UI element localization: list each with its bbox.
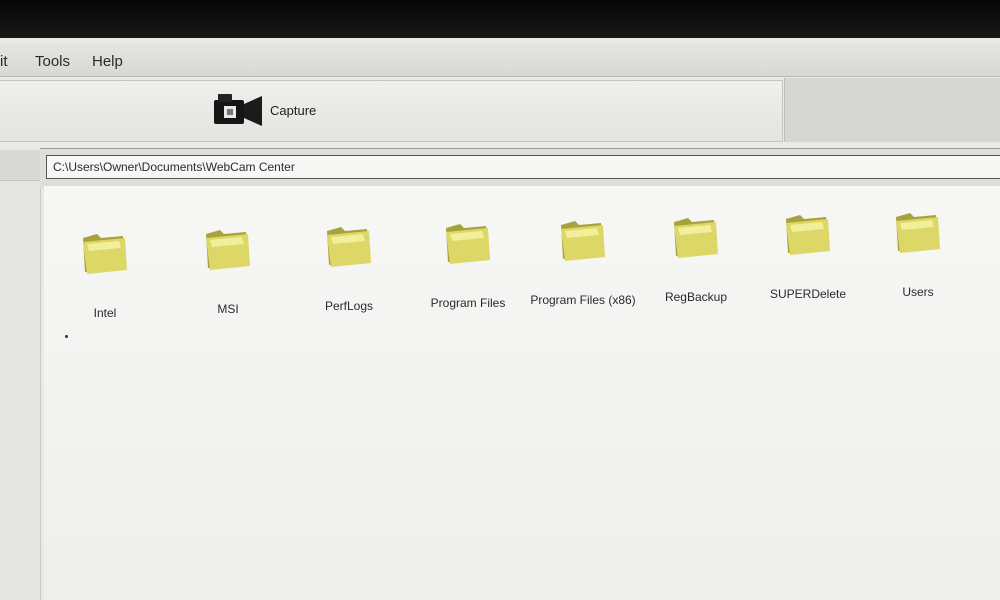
toolbar [0,80,783,142]
side-panel [0,150,41,600]
folder-label: Intel [93,306,117,320]
folder-item[interactable]: PerfLogs [284,219,414,339]
stray-pixel [65,335,68,338]
folder-label: Program Files (x86) [530,293,636,307]
folder-icon [83,234,127,274]
capture-button[interactable]: Capture [212,88,332,134]
folder-item[interactable]: MSI [163,222,293,342]
folder-icon [206,230,250,270]
menu-item-tools[interactable]: Tools [35,53,70,70]
menu-bar: it Tools Help [0,44,1000,77]
folder-item[interactable]: RegBackup [631,210,761,330]
capture-label: Capture [270,103,317,118]
monitor-bezel [0,0,1000,42]
side-panel-header [0,150,40,181]
folder-icon [561,221,605,261]
video-camera-icon [214,94,262,126]
preview-panel [784,78,1000,142]
folder-icon [327,227,371,267]
address-bar-input[interactable] [46,155,1000,179]
folder-label: PerfLogs [324,299,374,313]
folder-item[interactable]: Program Files [403,216,533,336]
folder-label: MSI [217,302,239,316]
folder-icon [896,213,940,253]
folder-item[interactable]: Program Files (x86) [518,213,648,333]
menu-item-help[interactable]: Help [92,53,123,70]
folder-label: RegBackup [664,290,728,304]
folder-item[interactable]: Users [853,205,983,325]
folder-label: Program Files [430,296,506,310]
menu-item-edit[interactable]: it [0,53,8,70]
folder-icon [674,218,718,258]
folder-label: Users [902,285,934,299]
folder-icon [786,215,830,255]
folder-icon [446,224,490,264]
folder-item[interactable]: Intel [40,226,170,346]
